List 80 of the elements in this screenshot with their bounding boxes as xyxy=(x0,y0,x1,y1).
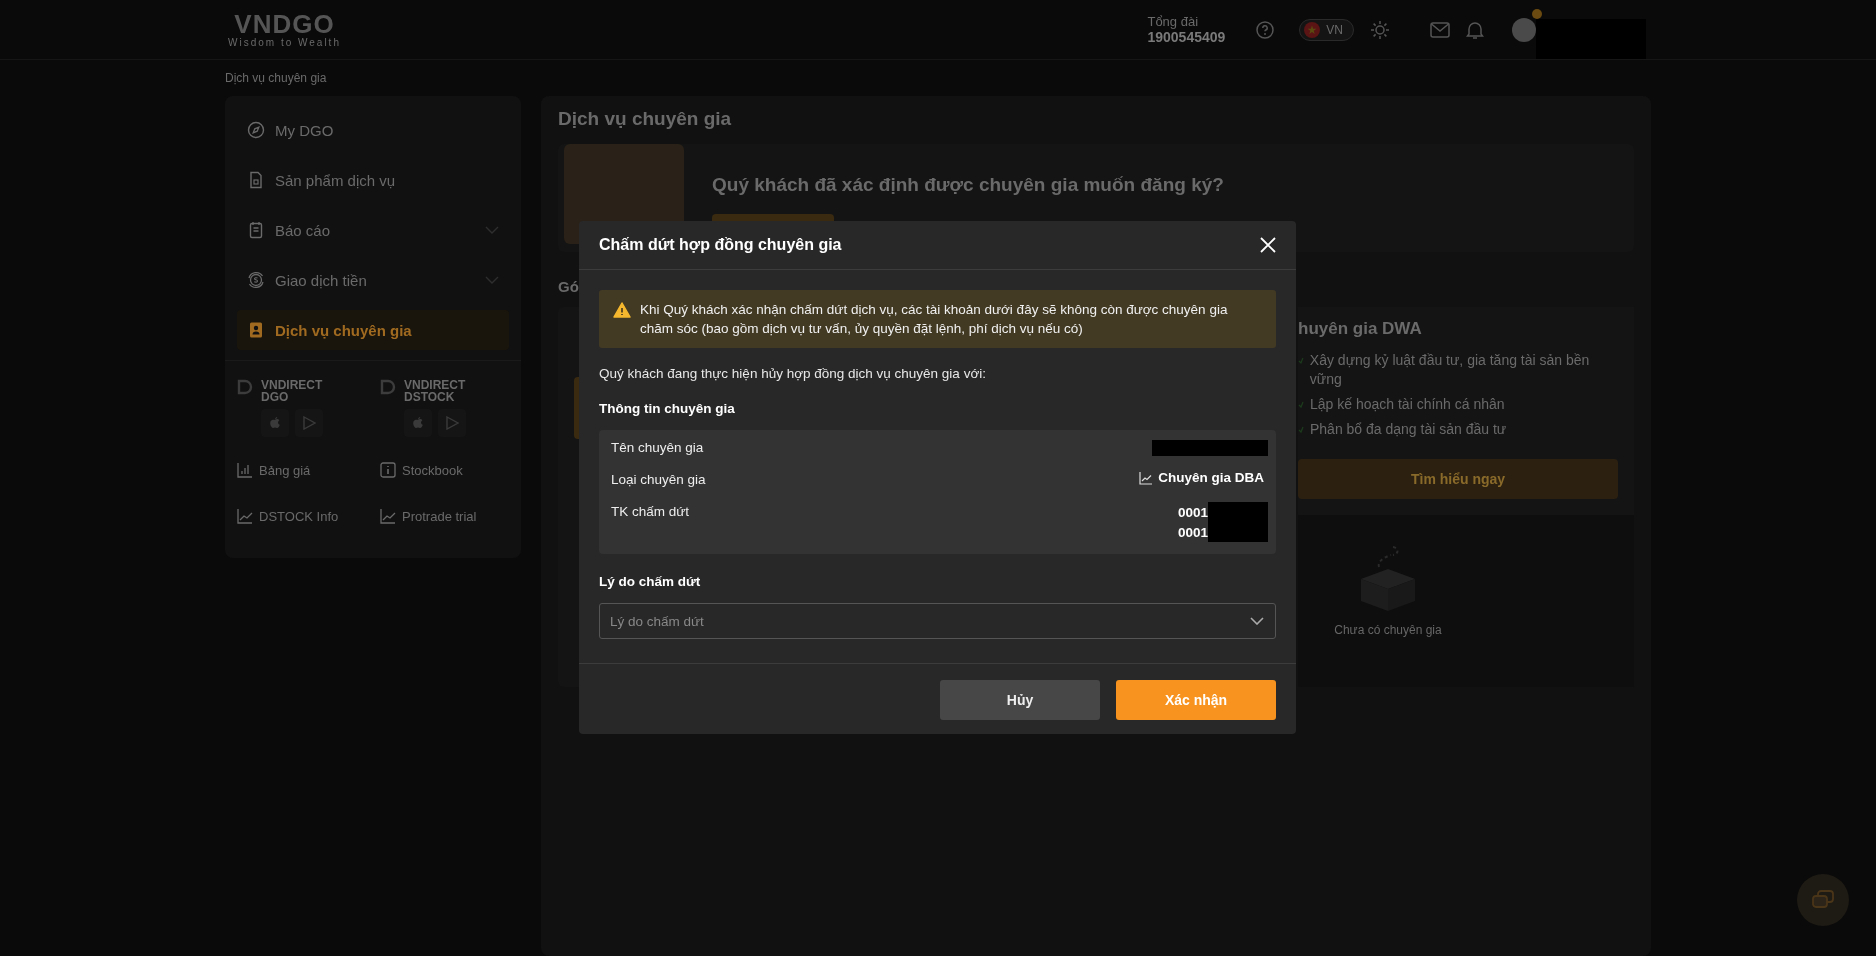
language-toggle[interactable]: VN xyxy=(1299,18,1354,41)
sidebar-item[interactable]: Dịch vụ chuyên gia xyxy=(237,310,509,350)
app-logo-icon xyxy=(237,379,253,395)
logo-text[interactable]: VNDGO xyxy=(234,11,335,37)
intro-text: Quý khách đang thực hiện hủy hợp đồng dịch vụ chuyên gia với: xyxy=(599,366,987,381)
play-store-button[interactable] xyxy=(295,409,323,437)
bell-icon[interactable] xyxy=(1466,19,1484,40)
avatar[interactable] xyxy=(1512,17,1536,42)
quick-link[interactable]: DSTOCK Info xyxy=(237,499,366,533)
redacted-block xyxy=(1208,522,1268,542)
field-label: TK chấm dứt xyxy=(611,503,690,519)
sidebar-item[interactable]: Sản phẩm dịch vụ xyxy=(237,160,509,200)
play-icon xyxy=(302,416,316,430)
app-name: VNDIRECT DGO xyxy=(261,379,324,403)
hotline-number: 1900545409 xyxy=(1147,29,1226,45)
apple-icon xyxy=(268,416,282,430)
breadcrumb[interactable]: Dịch vụ chuyên gia xyxy=(225,71,327,85)
sidebar-item[interactable]: My DGO xyxy=(237,110,509,150)
field-value: Chuyên gia DBA xyxy=(1158,470,1264,485)
play-icon xyxy=(445,416,459,430)
feature-text: Xây dựng kỷ luật đầu tư, gia tăng tài sản bền vững xyxy=(1309,351,1591,389)
chevron-down-icon xyxy=(1250,617,1264,625)
chevron-down-icon xyxy=(485,276,499,284)
learn-more-button[interactable]: Tìm hiểu ngay xyxy=(1298,459,1618,499)
mail-icon[interactable] xyxy=(1430,21,1450,38)
apple-icon xyxy=(411,416,425,430)
banner-question: Quý khách đã xác định được chuyên gia muốn đăng ký? xyxy=(712,174,1224,196)
section-heading: Gó xyxy=(558,278,580,295)
confirm-button[interactable]: Xác nhận xyxy=(1116,680,1276,720)
trend-chart-icon xyxy=(1139,470,1154,485)
empty-box-icon xyxy=(1359,545,1417,613)
feature-text: Lập kế hoạch tài chính cá nhân xyxy=(1310,395,1505,414)
field-label: Loại chuyên gia xyxy=(611,471,706,487)
bar-chart-icon xyxy=(237,462,253,478)
notification-dot xyxy=(1532,8,1542,19)
empty-state-text: Chưa có chuyên gia xyxy=(1334,623,1442,637)
notepad-icon xyxy=(247,221,265,239)
app-store-button[interactable] xyxy=(404,409,432,437)
app-name: VNDIRECT DSTOCK xyxy=(404,379,467,403)
reason-dropdown[interactable]: Lý do chấm dứt xyxy=(599,603,1276,639)
check-icon xyxy=(1298,426,1304,434)
redacted-block xyxy=(1208,502,1268,522)
sidebar-item[interactable]: Báo cáo xyxy=(237,210,509,250)
hotline-label: Tổng đài xyxy=(1147,14,1200,29)
document-icon xyxy=(247,171,265,189)
trend-chart-icon xyxy=(380,508,396,524)
compass-icon xyxy=(247,121,265,139)
field-label: Lý do chấm dứt xyxy=(599,574,702,589)
close-icon[interactable] xyxy=(1260,237,1276,253)
quick-link[interactable]: Protrade trial xyxy=(380,499,509,533)
warning-text: Khi Quý khách xác nhận chấm dứt dịch vụ, các tài khoản dưới đây sẽ không còn được chuyên gia chăm sóc (bao gồm dịch vụ tư vấn, ủy quyền đặt lệnh, phí dịch vụ nếu có) xyxy=(640,301,1229,338)
check-icon xyxy=(1298,357,1304,365)
plan-title: huyên gia DWA xyxy=(1298,319,1423,339)
app-store-button[interactable] xyxy=(261,409,289,437)
section-heading: Thông tin chuyên gia xyxy=(599,401,736,416)
quick-link[interactable]: Stockbook xyxy=(380,453,509,487)
warning-icon xyxy=(613,302,631,318)
chevron-down-icon xyxy=(485,226,499,234)
trend-chart-icon xyxy=(237,508,253,524)
play-store-button[interactable] xyxy=(438,409,466,437)
flag-icon xyxy=(1304,21,1321,38)
field-label: Tên chuyên gia xyxy=(611,439,704,455)
sun-icon[interactable] xyxy=(1370,19,1390,40)
cancel-button[interactable]: Hủy xyxy=(940,680,1100,720)
coin-cycle-icon xyxy=(247,271,265,289)
account-number: 0001 xyxy=(1177,524,1208,540)
chat-button[interactable] xyxy=(1797,874,1849,926)
check-icon xyxy=(1298,401,1304,409)
app-logo-icon xyxy=(380,379,396,395)
account-number: 0001 xyxy=(1177,504,1208,520)
person-card-icon xyxy=(247,321,265,339)
page-title: Dịch vụ chuyên gia xyxy=(558,108,733,130)
sidebar-item[interactable]: Giao dịch tiền xyxy=(237,260,509,300)
info-icon xyxy=(380,462,396,478)
chat-icon xyxy=(1812,890,1834,910)
feature-text: Phân bổ đa dạng tài sản đầu tư xyxy=(1310,420,1507,439)
help-icon[interactable] xyxy=(1255,19,1276,40)
logo-tagline: Wisdom to Wealth xyxy=(228,37,341,48)
quick-link[interactable]: Bảng giá xyxy=(237,453,366,487)
dialog-title: Chấm dứt hợp đồng chuyên gia xyxy=(599,236,842,254)
